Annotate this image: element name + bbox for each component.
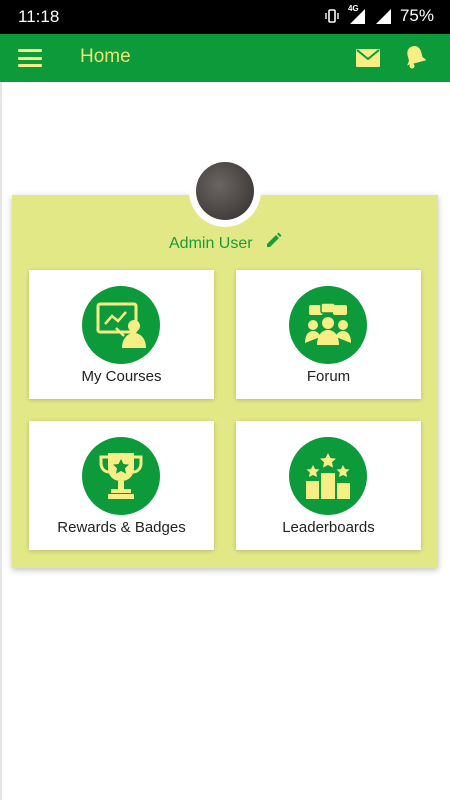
page-title: Home	[80, 46, 131, 67]
status-time: 11:18	[18, 7, 60, 26]
vibrate-icon	[324, 8, 340, 24]
presentation-icon	[82, 286, 160, 364]
edit-pencil-icon[interactable]	[265, 231, 283, 254]
tile-label: Leaderboards	[282, 519, 375, 536]
tile-label: Forum	[306, 368, 351, 385]
trophy-icon	[82, 437, 160, 515]
my-courses-tile[interactable]: My Courses	[29, 270, 214, 399]
user-name: Admin User	[169, 235, 253, 252]
cellular-signal-icon: 4G	[347, 4, 366, 25]
avatar[interactable]	[196, 162, 254, 220]
notification-bell-icon[interactable]	[403, 44, 427, 75]
forum-tile[interactable]: Forum	[236, 270, 421, 399]
status-bar: 11:18 4G 75%	[0, 0, 450, 34]
tile-label: Rewards & Badges	[57, 519, 186, 536]
mail-icon[interactable]	[356, 47, 380, 74]
divider	[0, 82, 2, 800]
tile-label: My Courses	[81, 368, 162, 385]
signal-icon	[374, 7, 392, 25]
menu-icon[interactable]	[18, 49, 42, 67]
network-type-label: 4G	[347, 4, 359, 13]
leaderboards-tile[interactable]: Leaderboards	[236, 421, 421, 550]
podium-icon	[289, 437, 367, 515]
group-chat-icon	[289, 286, 367, 364]
rewards-badges-tile[interactable]: Rewards & Badges	[29, 421, 214, 550]
battery-percent: 75%	[399, 6, 434, 25]
app-bar: Home	[0, 34, 450, 82]
